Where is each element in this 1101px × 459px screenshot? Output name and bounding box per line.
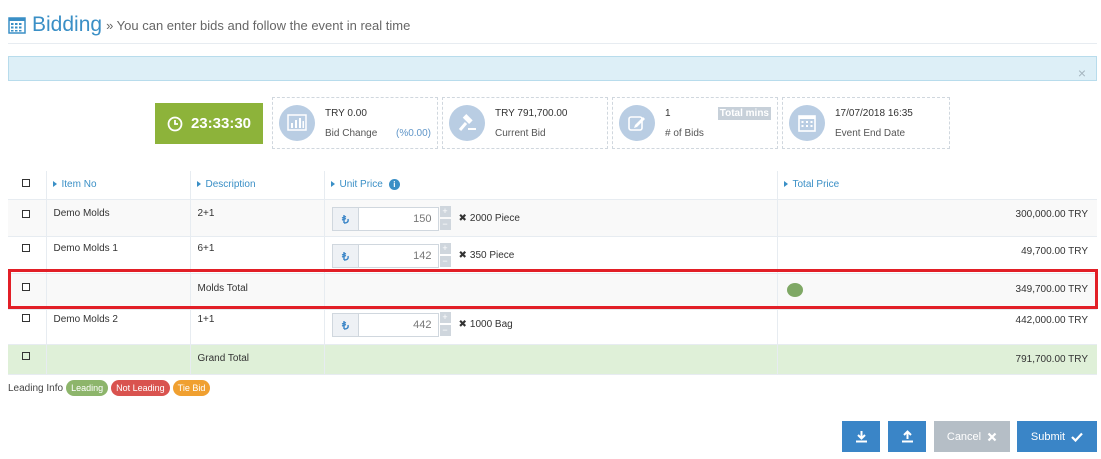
quantity-label: ✖ 2000 Piece xyxy=(458,213,520,224)
leading-info-legend: Leading Info Leading Not Leading Tie Bid xyxy=(8,380,211,396)
calendar-grid-icon xyxy=(8,17,26,34)
unit-price-input[interactable]: 142 xyxy=(358,243,439,268)
total-price-cell: 349,700.00 TRY xyxy=(777,273,1097,310)
item-description: 2+1 xyxy=(190,199,325,237)
col-total-price[interactable]: Total Price xyxy=(777,171,1097,200)
col-description[interactable]: Description xyxy=(190,171,325,200)
stat-label: # of Bids xyxy=(665,128,704,139)
unit-price-input[interactable]: 150 xyxy=(358,206,439,231)
submit-button[interactable]: Submit xyxy=(1017,421,1097,452)
stat-current-bid: TRY 791,700.00 Current Bid xyxy=(442,97,608,149)
bar-chart-icon xyxy=(279,105,315,141)
item-no xyxy=(46,273,191,310)
item-description: Grand Total xyxy=(190,344,325,375)
unit-price-cell: 150 + − ✖ 2000 Piece xyxy=(324,199,778,237)
total-price: 349,700.00 TRY xyxy=(1015,283,1088,295)
stat-label: Event End Date xyxy=(835,128,906,139)
alert-close-icon[interactable]: × xyxy=(1078,66,1086,80)
unit-price-cell xyxy=(324,344,778,375)
stat-value: 1 xyxy=(665,108,671,119)
total-mins-tag: Total mins xyxy=(717,107,771,120)
decrement-button[interactable]: − xyxy=(439,218,451,230)
table-row-grand-total: Grand Total 791,700.00 TRY xyxy=(8,344,1097,375)
decrement-button[interactable]: − xyxy=(439,255,451,267)
page-title: Bidding xyxy=(32,13,103,36)
currency-icon xyxy=(331,243,359,268)
item-description: 6+1 xyxy=(190,236,325,274)
item-no: Demo Molds 1 xyxy=(46,236,191,274)
table-row-molds-total: Molds Total 349,700.00 TRY xyxy=(8,273,1097,310)
page-header: Bidding » You can enter bids and follow … xyxy=(8,10,410,40)
bidding-page: Bidding » You can enter bids and follow … xyxy=(0,0,1101,459)
timer-value: 23:33:30 xyxy=(190,115,252,132)
row-checkbox-checked[interactable] xyxy=(22,351,30,360)
stat-percent: (%0.00) xyxy=(395,128,431,139)
stat-label: Bid Change xyxy=(325,128,378,139)
gavel-icon xyxy=(449,105,485,141)
unit-price-input[interactable]: 442 xyxy=(358,312,439,337)
table-row: Demo Molds 1 6+1 142 + − ✖ 350 Piece 49,70… xyxy=(8,236,1097,274)
calendar-icon xyxy=(789,105,825,141)
check-icon xyxy=(1071,432,1083,442)
clock-icon xyxy=(167,116,183,131)
info-alert: × xyxy=(8,56,1097,81)
increment-button[interactable]: + xyxy=(439,205,451,217)
row-checkbox[interactable] xyxy=(22,243,30,252)
table-header-row: Item No Description Unit Price i Total Pr… xyxy=(8,171,1097,200)
submit-label: Submit xyxy=(1030,430,1066,443)
stat-end-date: 17/07/2018 16:35 Event End Date xyxy=(782,97,950,149)
row-checkbox[interactable] xyxy=(22,282,30,291)
item-description: 1+1 xyxy=(190,309,325,345)
unit-price-cell: 442 + − ✖ 1000 Bag xyxy=(324,309,778,345)
stat-value: TRY 791,700.00 xyxy=(495,108,568,119)
quantity-label: ✖ 350 Piece xyxy=(458,250,515,261)
total-price: 442,000.00 TRY xyxy=(777,309,1097,345)
item-no xyxy=(46,344,191,375)
header-divider xyxy=(8,43,1097,44)
stat-value: 17/07/2018 16:35 xyxy=(835,108,913,119)
total-price: 49,700.00 TRY xyxy=(777,236,1097,274)
stat-label: Current Bid xyxy=(495,128,546,139)
col-unit-price[interactable]: Unit Price i xyxy=(324,171,778,200)
download-button[interactable] xyxy=(842,421,880,452)
page-subtitle: » You can enter bids and follow the even… xyxy=(106,17,411,33)
cancel-label: Cancel xyxy=(946,430,982,443)
select-all-checkbox[interactable] xyxy=(22,179,30,188)
quantity-label: ✖ 1000 Bag xyxy=(458,319,513,330)
edit-icon xyxy=(619,105,655,141)
badge-leading: Leading xyxy=(66,380,109,396)
item-no: Demo Molds 2 xyxy=(46,309,191,345)
col-item-no[interactable]: Item No xyxy=(46,171,191,200)
stat-bid-change: TRY 0.00 Bid Change (%0.00) xyxy=(272,97,438,149)
info-icon[interactable]: i xyxy=(388,179,400,191)
total-price: 300,000.00 TRY xyxy=(777,199,1097,237)
increment-button[interactable]: + xyxy=(439,311,451,323)
row-checkbox[interactable] xyxy=(22,209,30,218)
item-description: Molds Total xyxy=(190,273,325,310)
currency-icon xyxy=(331,206,359,231)
close-icon xyxy=(987,432,997,441)
table-row: Demo Molds 2 1+1 442 + − ✖ 1000 Bag 442,00… xyxy=(8,309,1097,345)
total-price: 791,700.00 TRY xyxy=(777,344,1097,375)
stat-num-bids: 1 # of Bids Total mins xyxy=(612,97,778,149)
row-checkbox[interactable] xyxy=(22,313,30,322)
currency-icon xyxy=(331,312,359,337)
legend-label: Leading Info xyxy=(8,382,64,394)
countdown-timer: 23:33:30 xyxy=(155,103,263,144)
cancel-button[interactable]: Cancel xyxy=(934,421,1010,452)
table-row: Demo Molds 2+1 150 + − ✖ 2000 Piece 300,00… xyxy=(8,199,1097,237)
badge-tie-bid: Tie Bid xyxy=(172,380,211,396)
badge-not-leading: Not Leading xyxy=(111,380,170,396)
upload-icon xyxy=(901,430,913,443)
upload-button[interactable] xyxy=(888,421,926,452)
leading-status-dot xyxy=(786,282,803,297)
increment-button[interactable]: + xyxy=(439,242,451,254)
unit-price-cell xyxy=(324,273,778,310)
download-icon xyxy=(855,431,867,443)
unit-price-cell: 142 + − ✖ 350 Piece xyxy=(324,236,778,274)
item-no: Demo Molds xyxy=(46,199,191,237)
bid-items-table: Item No Description Unit Price i Total Pr… xyxy=(8,171,1097,375)
stat-value: TRY 0.00 xyxy=(325,108,367,119)
decrement-button[interactable]: − xyxy=(439,324,451,336)
